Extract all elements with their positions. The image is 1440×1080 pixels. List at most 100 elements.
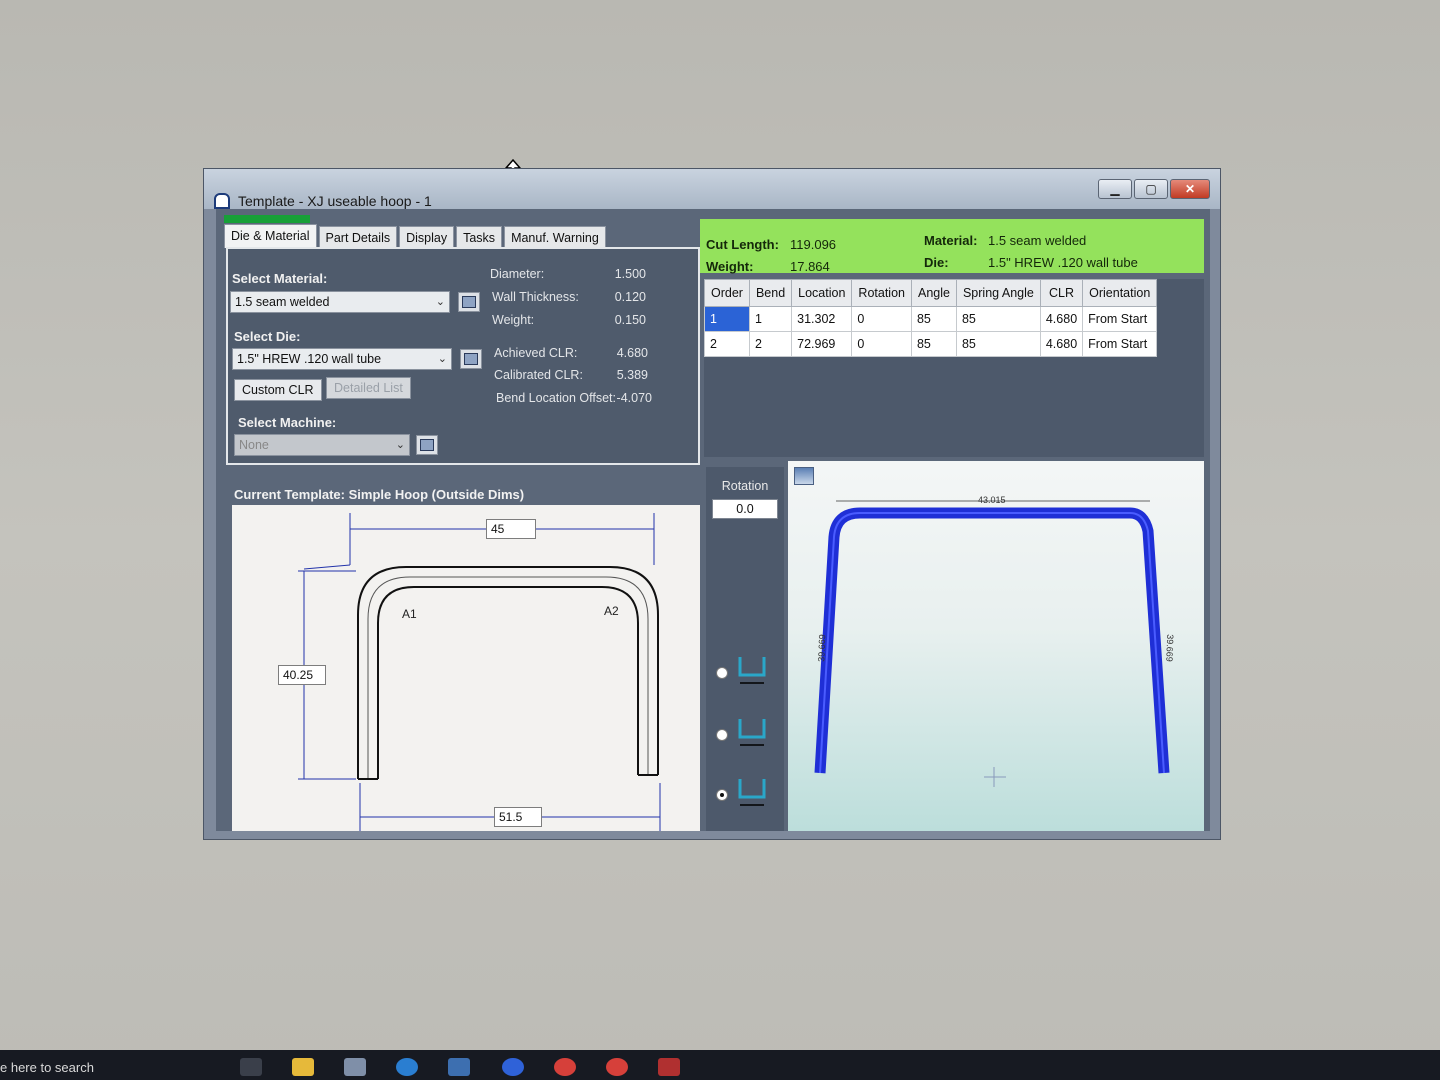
progress-indicator [224, 215, 310, 223]
table-cell[interactable]: 72.969 [791, 331, 853, 357]
bottom-width-input[interactable]: 51.5 [494, 807, 542, 827]
template-title: Current Template: Simple Hoop (Outside D… [234, 487, 525, 502]
tab-strip: Die & Material Part Details Display Task… [224, 224, 608, 248]
column-header[interactable]: Location [791, 279, 853, 307]
taskbar: e here to search [0, 1050, 1440, 1080]
diameter-value: 1.500 [614, 267, 646, 281]
table-cell[interactable]: 4.680 [1039, 331, 1084, 357]
material-select[interactable]: 1.5 seam welded ⌄ [230, 291, 450, 313]
tab-manuf-warning[interactable]: Manuf. Warning [504, 226, 606, 248]
table-cell[interactable]: 1 [748, 306, 793, 332]
table-cell[interactable]: 2 [704, 331, 750, 357]
chevron-down-icon: ⌄ [395, 439, 405, 451]
bend-label-a2: A2 [604, 604, 619, 618]
view-option-radio-3[interactable] [716, 789, 728, 801]
chat-icon[interactable] [502, 1058, 524, 1076]
left-length-dim: 39.669 [816, 634, 828, 662]
table-cell[interactable]: 31.302 [791, 306, 853, 332]
bend-table-header: Order Bend Location Rotation Angle Sprin… [704, 279, 1158, 307]
table-row[interactable]: 2 2 72.969 0 85 85 4.680 From Start [704, 331, 1158, 357]
maximize-button[interactable]: ▢ [1134, 179, 1168, 199]
table-cell[interactable]: 85 [955, 331, 1041, 357]
column-header[interactable]: Orientation [1082, 279, 1158, 307]
chrome-icon-2[interactable] [606, 1058, 628, 1076]
rotation-input[interactable]: 0.0 [712, 499, 778, 519]
height-input[interactable]: 40.25 [278, 665, 326, 685]
library-icon [462, 296, 476, 308]
machine-library-button[interactable] [416, 435, 438, 455]
minimize-button[interactable]: ▁ [1098, 179, 1132, 199]
material-select-value: 1.5 seam welded [235, 295, 330, 309]
table-cell[interactable]: From Start [1082, 306, 1158, 332]
material-summary-value: 1.5 seam welded [988, 233, 1087, 248]
select-machine-label: Select Machine: [238, 415, 337, 430]
die-material-panel: Select Material: 1.5 seam welded ⌄ Selec… [226, 247, 700, 465]
task-view-icon[interactable] [240, 1058, 262, 1076]
column-header[interactable]: Spring Angle [955, 279, 1041, 307]
table-cell[interactable]: 85 [955, 306, 1041, 332]
part-summary-panel: Cut Length: 119.096 Weight: 17.864 Mater… [700, 219, 1204, 274]
file-explorer-icon[interactable] [292, 1058, 314, 1076]
close-button[interactable]: ✕ [1170, 179, 1210, 199]
column-header[interactable]: CLR [1039, 279, 1084, 307]
custom-clr-button[interactable]: Custom CLR [234, 379, 322, 401]
bend-table: Order Bend Location Rotation Angle Sprin… [704, 279, 1158, 357]
pinned-app-icon[interactable] [658, 1058, 680, 1076]
template-drawing: 45 40.25 51.5 A1 A2 [232, 505, 700, 831]
table-cell[interactable]: 0 [851, 331, 912, 357]
table-cell[interactable]: 0 [851, 306, 912, 332]
table-cell[interactable]: 85 [910, 331, 957, 357]
calibrated-clr-label: Calibrated CLR: [494, 368, 583, 382]
table-row[interactable]: 1 1 31.302 0 85 85 4.680 From Start [704, 306, 1158, 332]
die-select[interactable]: 1.5" HREW .120 wall tube ⌄ [232, 348, 452, 370]
hoop-view-side-icon [738, 719, 766, 746]
column-header[interactable]: Angle [910, 279, 957, 307]
machine-select[interactable]: None ⌄ [234, 434, 410, 456]
table-cell[interactable]: From Start [1082, 331, 1158, 357]
die-library-button[interactable] [460, 349, 482, 369]
column-header[interactable]: Bend [748, 279, 793, 307]
hoop-view-front-icon [738, 657, 766, 684]
chrome-icon[interactable] [554, 1058, 576, 1076]
select-die-label: Select Die: [234, 329, 301, 344]
internet-explorer-icon[interactable] [396, 1058, 418, 1076]
wall-thickness-value: 0.120 [614, 290, 646, 304]
taskbar-search[interactable]: e here to search [0, 1060, 94, 1075]
table-cell[interactable]: 4.680 [1039, 306, 1084, 332]
material-library-button[interactable] [458, 292, 480, 312]
weight-label: Weight: [706, 259, 754, 274]
tube-3d-viewport[interactable]: 43.015 39.669 39.669 [788, 461, 1204, 831]
library-icon [464, 353, 478, 365]
column-header[interactable]: Rotation [851, 279, 912, 307]
bend-label-a1: A1 [402, 607, 417, 621]
table-cell[interactable]: 1 [704, 306, 750, 332]
cut-length-label: Cut Length: [706, 237, 779, 252]
tab-tasks[interactable]: Tasks [456, 226, 503, 248]
app-icon[interactable] [448, 1058, 470, 1076]
material-summary-label: Material: [924, 233, 978, 248]
select-material-label: Select Material: [232, 271, 328, 286]
window-title: Template - XJ useable hoop - 1 [238, 193, 432, 209]
column-header[interactable]: Order [704, 279, 750, 307]
store-icon[interactable] [344, 1058, 366, 1076]
client-area: Die & Material Part Details Display Task… [216, 209, 1210, 831]
bend-location-offset-value: -4.070 [616, 391, 652, 405]
tab-display[interactable]: Display [399, 226, 455, 248]
tab-die-material[interactable]: Die & Material [224, 224, 317, 248]
detailed-list-button[interactable]: Detailed List [326, 377, 411, 399]
achieved-clr-label: Achieved CLR: [494, 346, 578, 360]
weight-spec-value: 0.150 [614, 313, 646, 327]
title-bar[interactable]: Template - XJ useable hoop - 1 ▁ ▢ ✕ [204, 169, 1220, 209]
tab-part-details[interactable]: Part Details [318, 226, 398, 248]
cut-length-value: 119.096 [790, 237, 837, 252]
table-cell[interactable]: 2 [748, 331, 793, 357]
table-cell[interactable]: 85 [910, 306, 957, 332]
die-summary-value: 1.5" HREW .120 wall tube [988, 255, 1138, 270]
bend-table-panel: Order Bend Location Rotation Angle Sprin… [704, 279, 1204, 457]
app-logo-icon [214, 193, 230, 209]
top-width-input[interactable]: 45 [486, 519, 536, 539]
view-option-radio-1[interactable] [716, 667, 728, 679]
top-length-dim: 43.015 [978, 495, 1006, 505]
view-option-radio-2[interactable] [716, 729, 728, 741]
bent-tube-render [814, 500, 1170, 787]
